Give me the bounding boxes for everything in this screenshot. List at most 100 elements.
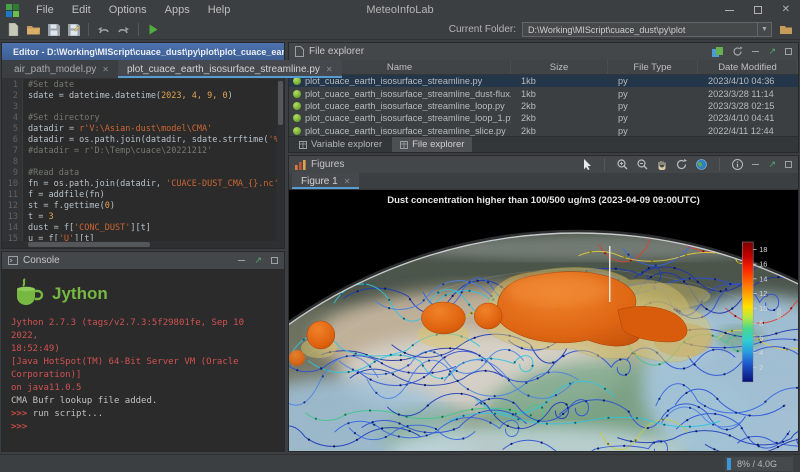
file-explorer-panel: File explorer ↗ NameSizeFile TypeDate Mo… <box>288 42 799 153</box>
file-explorer-title: File explorer <box>309 46 364 57</box>
console-lines: Jython 2.7.3 (tags/v2.7.3:5f29801fe, Sep… <box>11 317 275 434</box>
new-file-button[interactable] <box>5 22 22 38</box>
maximize-icon[interactable] <box>785 48 792 55</box>
detach-icon[interactable]: ↗ <box>768 46 776 57</box>
column-header-size[interactable]: Size <box>511 60 608 74</box>
figure-tabs: Figure 1 ✕ <box>289 173 798 190</box>
figures-panel: Figures ↗ <box>288 155 799 452</box>
globe-tool-icon[interactable] <box>696 159 707 170</box>
column-header-date-modified[interactable]: Date Modified <box>698 60 798 74</box>
info-icon[interactable] <box>732 159 743 170</box>
zoom-out-icon[interactable] <box>637 159 648 170</box>
code-line: #Set date <box>28 80 277 91</box>
python-file-icon <box>293 102 301 110</box>
right-column: File explorer ↗ NameSizeFile TypeDate Mo… <box>288 42 799 452</box>
jython-logo-text: Jython <box>52 287 108 300</box>
code-line: #datadir = r'D:\Temp\cuace\20221212' <box>28 146 277 157</box>
menu-help[interactable]: Help <box>199 4 240 16</box>
zoom-in-icon[interactable] <box>617 159 628 170</box>
table-row[interactable]: plot_cuace_earth_isosurface_streamline_s… <box>289 125 798 136</box>
file-table-header[interactable]: NameSizeFile TypeDate Modified <box>289 60 798 75</box>
browse-folder-button[interactable] <box>778 22 795 38</box>
memory-indicator[interactable]: 8% / 4.0G <box>725 457 793 471</box>
console-icon <box>8 256 18 265</box>
editor-tab-plot_cuace_earth_isosurface_streamline.py[interactable]: plot_cuace_earth_isosurface_streamline.p… <box>118 60 342 78</box>
jython-logo: Jython <box>11 277 275 309</box>
minimize-icon[interactable] <box>725 10 734 11</box>
explorer-bottom-tabs: Variable explorerFile explorer <box>289 136 798 152</box>
save-button[interactable] <box>45 22 62 38</box>
editor-vertical-scrollbar[interactable] <box>277 79 284 241</box>
column-header-file-type[interactable]: File Type <box>608 60 698 74</box>
code-line: f = addfile(fn) <box>28 190 277 201</box>
console-output[interactable]: Jython Jython 2.7.3 (tags/v2.7.3:5f29801… <box>2 269 284 451</box>
python-file-icon <box>293 114 301 122</box>
menu-options[interactable]: Options <box>100 4 156 16</box>
svg-text:18: 18 <box>759 245 767 254</box>
run-script-button[interactable] <box>145 22 162 38</box>
minimize-icon[interactable] <box>752 51 759 52</box>
code-line: u = f['U'][t] <box>28 234 277 241</box>
open-folder-button[interactable] <box>25 22 42 38</box>
minimize-icon[interactable] <box>238 260 245 261</box>
python-file-icon <box>293 77 301 85</box>
chevron-down-icon[interactable]: ▼ <box>757 23 771 36</box>
maximize-icon[interactable] <box>785 161 792 168</box>
detach-icon[interactable]: ↗ <box>768 159 776 170</box>
globe-3d-plot[interactable]: 18161412108642 m/s <box>289 190 798 451</box>
code-text[interactable]: #Set datesdate = datetime.datetime(2023,… <box>23 79 277 241</box>
tab-figure-1[interactable]: Figure 1 ✕ <box>292 173 359 189</box>
close-tab-icon[interactable]: ✕ <box>326 65 333 74</box>
maximize-icon[interactable] <box>754 6 762 14</box>
tab-file-explorer[interactable]: File explorer <box>392 137 472 152</box>
editor-horizontal-scrollbar[interactable] <box>2 241 284 248</box>
svg-text:8: 8 <box>759 319 763 328</box>
python-file-icon <box>293 127 301 135</box>
save-as-button[interactable] <box>65 22 82 38</box>
figures-title: Figures <box>311 159 344 170</box>
editor-title: Editor - D:\Working\MIScript\cuace_dust\… <box>13 47 284 57</box>
colorbar-unit-label: m/s <box>775 308 782 320</box>
editor-tab-air_path_model.py[interactable]: air_path_model.py✕ <box>5 60 118 78</box>
rotate-tool-icon[interactable] <box>676 159 687 170</box>
pointer-tool-icon[interactable] <box>583 159 592 170</box>
code-line: datadir = r'V:\Asian-dust\model\CMA' <box>28 124 277 135</box>
console-title-bar[interactable]: Console ↗ <box>2 252 284 269</box>
file-explorer-title-bar[interactable]: File explorer ↗ <box>289 43 798 60</box>
table-row[interactable]: plot_cuace_earth_isosurface_streamline_l… <box>289 112 798 124</box>
copy-path-icon[interactable] <box>712 47 723 57</box>
console-panel: Console ↗ Jyt <box>1 251 285 452</box>
tab-variable-explorer[interactable]: Variable explorer <box>291 137 390 152</box>
menu-file[interactable]: File <box>27 4 63 16</box>
figure-canvas[interactable]: Dust concentration higher than 100/500 u… <box>289 190 798 451</box>
code-line <box>28 157 277 168</box>
redo-button[interactable] <box>115 22 132 38</box>
detach-icon[interactable]: ↗ <box>254 255 262 266</box>
undo-button[interactable] <box>95 22 112 38</box>
python-file-icon <box>293 90 301 98</box>
figures-icon <box>295 160 306 170</box>
code-line: #Read data <box>28 168 277 179</box>
svg-text:2: 2 <box>759 363 763 372</box>
editor-title-bar[interactable]: Editor - D:\Working\MIScript\cuace_dust\… <box>2 43 284 60</box>
refresh-icon[interactable] <box>732 46 743 57</box>
figures-title-bar[interactable]: Figures ↗ <box>289 156 798 173</box>
console-line: CMA Bufr lookup file added. <box>11 395 275 408</box>
pan-hand-icon[interactable] <box>657 159 667 170</box>
close-icon[interactable]: ✕ <box>782 5 790 15</box>
title-bar: MeteoInfoLab FileEditOptionsAppsHelp ✕ <box>0 0 800 20</box>
app-logo-icon <box>6 4 19 17</box>
minimize-icon[interactable] <box>752 164 759 165</box>
close-tab-icon[interactable]: ✕ <box>344 177 351 186</box>
maximize-icon[interactable] <box>271 257 278 264</box>
menu-apps[interactable]: Apps <box>156 4 199 16</box>
editor-tabs: air_path_model.py✕plot_cuace_earth_isosu… <box>2 60 284 79</box>
menu-edit[interactable]: Edit <box>63 4 100 16</box>
svg-text:16: 16 <box>759 260 767 269</box>
table-row[interactable]: plot_cuace_earth_isosurface_streamline_l… <box>289 100 798 112</box>
table-row[interactable]: plot_cuace_earth_isosurface_streamline_d… <box>289 87 798 99</box>
close-tab-icon[interactable]: ✕ <box>102 65 109 74</box>
table-row[interactable]: plot_cuace_earth_isosurface_streamline.p… <box>289 75 798 87</box>
code-editor[interactable]: 123456789101112131415 #Set datesdate = d… <box>2 79 284 241</box>
current-folder-combobox[interactable]: D:\Working\MIScript\cuace_dust\py\plot ▼ <box>522 22 772 37</box>
